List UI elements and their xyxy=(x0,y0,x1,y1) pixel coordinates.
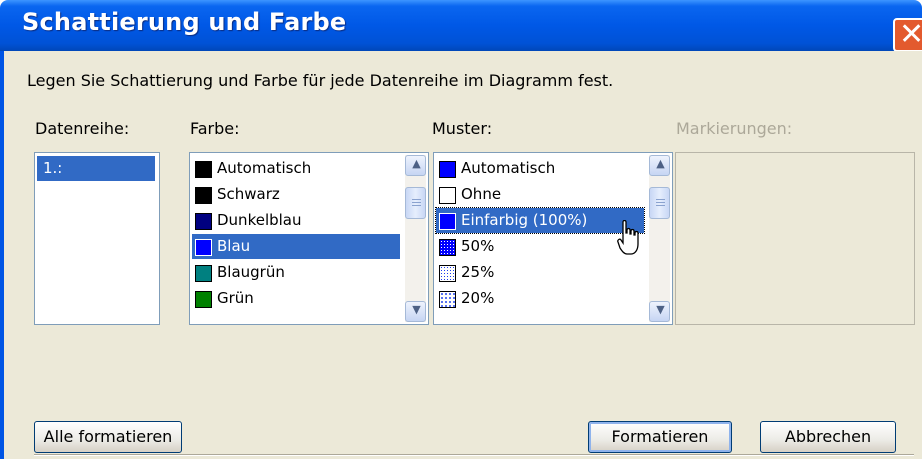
separator xyxy=(34,454,914,456)
farbe-list-item[interactable]: Automatisch xyxy=(192,156,400,181)
muster-swatch xyxy=(439,239,456,256)
farbe-swatch xyxy=(195,213,212,230)
farbe-item-label: Blau xyxy=(217,237,251,255)
abbrechen-button[interactable]: Abbrechen xyxy=(760,421,896,453)
farbe-listbox[interactable]: Automatisch Schwarz Dunkelblau Blau Blaugrün… xyxy=(189,152,429,325)
farbe-item-label: Blaugrün xyxy=(217,263,285,281)
muster-label: Muster: xyxy=(432,119,493,138)
close-icon: ✕ xyxy=(899,17,922,52)
datenreihe-label: Datenreihe: xyxy=(35,119,130,138)
markierungen-label: Markierungen: xyxy=(676,119,793,138)
muster-swatch xyxy=(439,291,456,308)
muster-item-label: Ohne xyxy=(461,185,502,203)
muster-list-item[interactable]: Automatisch xyxy=(436,156,644,181)
muster-scroll-down-button[interactable]: ▼ xyxy=(649,301,670,322)
farbe-item-label: Grün xyxy=(217,289,254,307)
mouse-pointer-icon xyxy=(617,220,639,255)
scroll-up-icon: ▲ xyxy=(412,157,421,170)
muster-list-item[interactable]: 25% xyxy=(436,260,644,285)
markierungen-listbox xyxy=(675,152,915,325)
muster-list-item[interactable]: Ohne xyxy=(436,182,644,207)
muster-item-label: 50% xyxy=(461,237,495,255)
muster-swatch xyxy=(439,161,456,178)
farbe-swatch xyxy=(195,265,212,282)
dialog-title: Schattierung und Farbe xyxy=(22,8,347,36)
muster-item-label: 20% xyxy=(461,289,495,307)
farbe-label: Farbe: xyxy=(190,119,240,138)
title-bar[interactable]: Schattierung und Farbe ✕ xyxy=(0,0,922,52)
farbe-swatch xyxy=(195,291,212,308)
muster-list-item[interactable]: Einfarbig (100%) xyxy=(435,207,645,234)
farbe-scroll-thumb[interactable] xyxy=(405,187,426,219)
farbe-item-label: Schwarz xyxy=(217,185,280,203)
farbe-scroll-up-button[interactable]: ▲ xyxy=(405,155,426,176)
muster-swatch xyxy=(439,213,456,230)
farbe-swatch xyxy=(195,239,212,256)
muster-item-label: 25% xyxy=(461,263,495,281)
farbe-list-item[interactable]: Blaugrün xyxy=(192,260,400,285)
muster-item-label: Einfarbig (100%) xyxy=(461,211,588,229)
farbe-swatch xyxy=(195,161,212,178)
instruction-text: Legen Sie Schattierung und Farbe für jed… xyxy=(27,71,614,90)
farbe-item-label: Dunkelblau xyxy=(217,211,302,229)
datenreihe-listbox[interactable]: 1.: xyxy=(34,152,160,325)
scroll-down-icon: ▼ xyxy=(656,303,665,316)
muster-scroll-up-button[interactable]: ▲ xyxy=(649,155,670,176)
datenreihe-item-label: 1.: xyxy=(43,159,63,177)
farbe-list-item[interactable]: Dunkelblau xyxy=(192,208,400,233)
muster-scrollbar[interactable]: ▲ ▼ xyxy=(649,155,670,322)
muster-swatch xyxy=(439,187,456,204)
scroll-up-icon: ▲ xyxy=(656,157,665,170)
close-button[interactable]: ✕ xyxy=(893,18,922,52)
dialog-body: Legen Sie Schattierung und Farbe für jed… xyxy=(0,51,922,459)
farbe-item-label: Automatisch xyxy=(217,159,312,177)
farbe-list-item[interactable]: Schwarz xyxy=(192,182,400,207)
farbe-list-item[interactable]: Blau xyxy=(192,234,400,259)
muster-list-item[interactable]: 20% xyxy=(436,286,644,311)
scroll-down-icon: ▼ xyxy=(412,303,421,316)
farbe-scroll-down-button[interactable]: ▼ xyxy=(405,301,426,322)
muster-item-label: Automatisch xyxy=(461,159,556,177)
muster-swatch xyxy=(439,265,456,282)
farbe-list-item[interactable]: Grün xyxy=(192,286,400,311)
muster-list-item[interactable]: 50% xyxy=(436,234,644,259)
formatieren-button[interactable]: Formatieren xyxy=(588,421,732,453)
farbe-swatch xyxy=(195,187,212,204)
muster-scroll-thumb[interactable] xyxy=(649,187,670,219)
datenreihe-item[interactable]: 1.: xyxy=(37,156,155,181)
dialog-window: Schattierung und Farbe ✕ Legen Sie Schat… xyxy=(0,0,922,459)
alle-formatieren-button[interactable]: Alle formatieren xyxy=(34,421,182,453)
farbe-scrollbar[interactable]: ▲ ▼ xyxy=(405,155,426,322)
